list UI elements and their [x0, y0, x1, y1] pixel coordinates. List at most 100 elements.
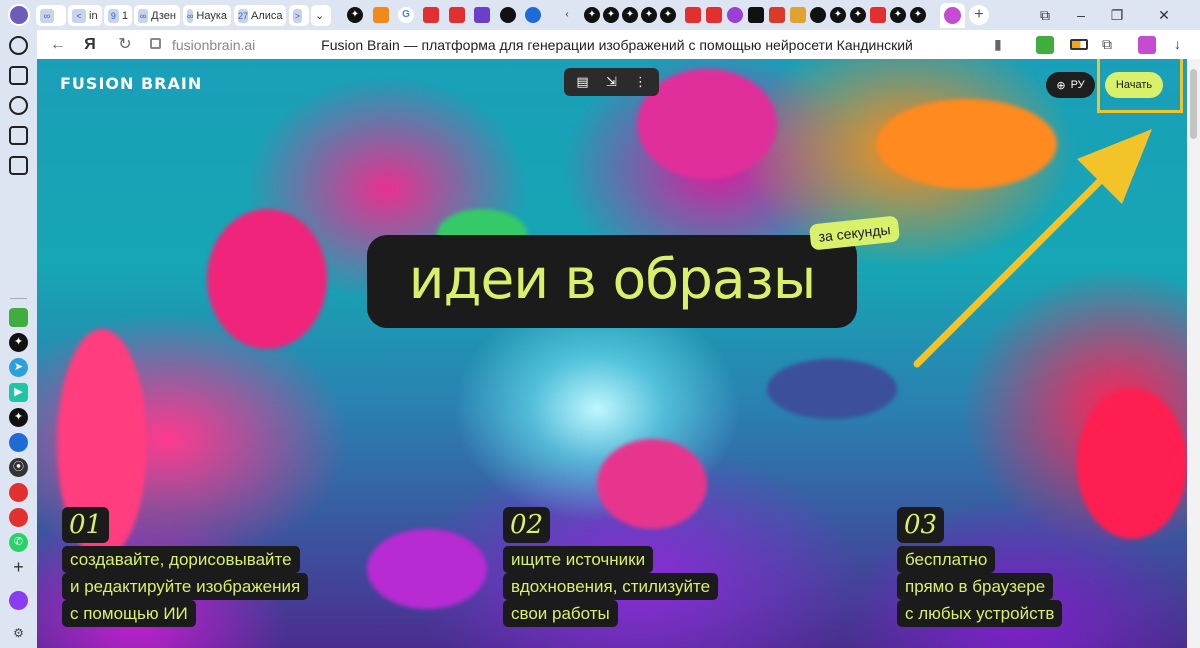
favicon-tab-icon[interactable]: ✦ [830, 7, 846, 23]
sidebar-divider [10, 298, 27, 299]
scrollbar-thumb[interactable] [1190, 69, 1197, 139]
download-extension-icon[interactable] [1036, 36, 1054, 54]
alice-icon[interactable] [9, 591, 28, 610]
favicon-tab-icon[interactable]: ✦ [890, 7, 906, 23]
favicon-tab-icon[interactable]: ✦ [910, 7, 926, 23]
active-tab[interactable] [940, 3, 965, 28]
feature-block-1: 01 создавайте, дорисовывайте и редактиру… [62, 507, 309, 627]
sidebar-settings-icon[interactable]: ⚙ [9, 624, 28, 643]
camera-icon[interactable] [9, 156, 28, 175]
minimize-icon[interactable]: – [1072, 6, 1090, 24]
feature-block-2: 02 ищите источники вдохновения, стилизуй… [503, 507, 719, 627]
favicon-tab-icon[interactable]: ✦ [641, 7, 657, 23]
more-options-icon[interactable]: ⋮ [629, 71, 653, 93]
favicon-tab-icon[interactable] [685, 7, 701, 23]
infinity-icon: ∞ [187, 8, 194, 23]
favicon-tab-icon[interactable] [727, 7, 743, 23]
bookmark-icon[interactable]: ▮ [994, 36, 1012, 54]
tab-pinned-2[interactable]: < in [68, 5, 102, 26]
play-icon[interactable] [9, 96, 28, 115]
favicon-tab-icon[interactable] [500, 7, 516, 23]
favicon-tab-icon[interactable] [748, 7, 764, 23]
feature-number: 01 [62, 507, 110, 543]
feature-text: ищите источники [503, 546, 654, 573]
dots-app-icon[interactable]: ⦿ [9, 458, 28, 477]
back-arrow-icon[interactable]: ← [48, 35, 68, 55]
tab-dzen[interactable]: ∞ Дзен [134, 5, 180, 26]
umbrella-app-icon[interactable] [9, 508, 28, 527]
annotation-highlight-box [1097, 59, 1183, 113]
favicon-tab-icon[interactable] [810, 7, 826, 23]
url-field[interactable]: fusionbrain.ai [172, 37, 255, 53]
page-scrollbar[interactable] [1187, 59, 1200, 648]
tab-manager-icon[interactable]: ⧉ [1036, 6, 1054, 24]
downloads-icon[interactable]: ↓ [1174, 36, 1192, 54]
feature-text: с любых устройств [897, 600, 1063, 627]
favicon-tab-icon[interactable]: ✦ [603, 7, 619, 23]
infinity-icon: ∞ [138, 8, 149, 23]
coral-decoration [767, 359, 897, 419]
collections-icon[interactable] [9, 66, 28, 85]
favicon-tab-icon[interactable]: ✦ [347, 7, 363, 23]
tab-pinned-7[interactable]: > [289, 5, 309, 26]
infinity-icon[interactable] [9, 126, 28, 145]
lock-icon [150, 38, 161, 49]
maps-pin-icon[interactable] [9, 483, 28, 502]
hero-sticker: за секунды [808, 215, 901, 251]
site-logo[interactable]: FUSION BRAIN [60, 74, 202, 93]
telegram-icon[interactable]: ➤ [9, 358, 28, 377]
tab-alisa[interactable]: 27 Алиса [234, 5, 286, 26]
yandex-logo-icon[interactable]: Я [80, 35, 100, 55]
tab-group-dropdown[interactable]: ⌄ [311, 5, 331, 26]
favicon-tab-icon[interactable]: ✦ [660, 7, 676, 23]
favicon-tab-icon[interactable] [790, 7, 806, 23]
coral-decoration [367, 529, 487, 609]
pip-icon[interactable]: ⇲ [600, 71, 624, 93]
close-icon[interactable]: ✕ [1155, 6, 1173, 24]
chevron-right-icon: > [293, 8, 302, 23]
brain-icon [944, 7, 961, 24]
swirl-app-icon[interactable] [9, 433, 28, 452]
tab-nauka[interactable]: ∞ Наука [183, 5, 231, 26]
feature-text: свои работы [503, 600, 618, 627]
coral-decoration [207, 209, 327, 349]
grid-app-icon[interactable] [9, 308, 28, 327]
send-app-icon[interactable]: ▶ [9, 383, 28, 402]
add-app-icon[interactable]: + [9, 558, 28, 577]
favicon-tab-icon[interactable] [449, 7, 465, 23]
favicon-tab-icon[interactable] [525, 7, 541, 23]
star-app-icon[interactable]: ✦ [9, 408, 28, 427]
language-button[interactable]: ⊕ РУ [1046, 72, 1095, 98]
infinity-icon: ∞ [40, 8, 54, 23]
tab-pinned-3[interactable]: 9 1 [104, 5, 132, 26]
coral-decoration [1077, 389, 1187, 539]
favicon-tab-icon[interactable]: ✦ [622, 7, 638, 23]
tab-pinned-1[interactable]: ∞ [36, 5, 66, 26]
favicon-tab-icon[interactable] [769, 7, 785, 23]
extensions-icon[interactable]: ⧉ [1102, 36, 1120, 54]
restore-icon[interactable]: ❐ [1108, 6, 1126, 24]
feature-text: прямо в браузере [897, 573, 1054, 600]
history-icon[interactable] [9, 36, 28, 55]
reload-icon[interactable]: ↻ [115, 35, 135, 55]
favicon-tab-icon[interactable] [870, 7, 886, 23]
counter-icon: 9 [108, 8, 119, 23]
favicon-tab-icon[interactable] [706, 7, 722, 23]
chevron-left-icon[interactable]: ‹ [559, 7, 575, 23]
profile-avatar[interactable] [8, 4, 30, 26]
whatsapp-icon[interactable]: ✆ [9, 533, 28, 552]
media-toolbar: ▤ ⇲ ⋮ [564, 68, 659, 96]
favicon-tab-icon[interactable] [423, 7, 439, 23]
favicon-tab-icon[interactable]: ✦ [850, 7, 866, 23]
subtitles-icon[interactable]: ▤ [571, 71, 595, 93]
google-icon[interactable]: G [398, 7, 414, 23]
favicon-tab-icon[interactable]: ✦ [584, 7, 600, 23]
extension-icon[interactable] [1138, 36, 1156, 54]
star-app-icon[interactable]: ✦ [9, 333, 28, 352]
feature-number: 02 [503, 507, 551, 543]
favicon-tab-icon[interactable] [373, 7, 389, 23]
battery-icon[interactable] [1070, 39, 1088, 50]
page-viewport: FUSION BRAIN ▤ ⇲ ⋮ ⊕ РУ Начать идеи в об… [37, 59, 1187, 648]
new-tab-button[interactable]: + [969, 5, 989, 25]
favicon-tab-icon[interactable] [474, 7, 490, 23]
